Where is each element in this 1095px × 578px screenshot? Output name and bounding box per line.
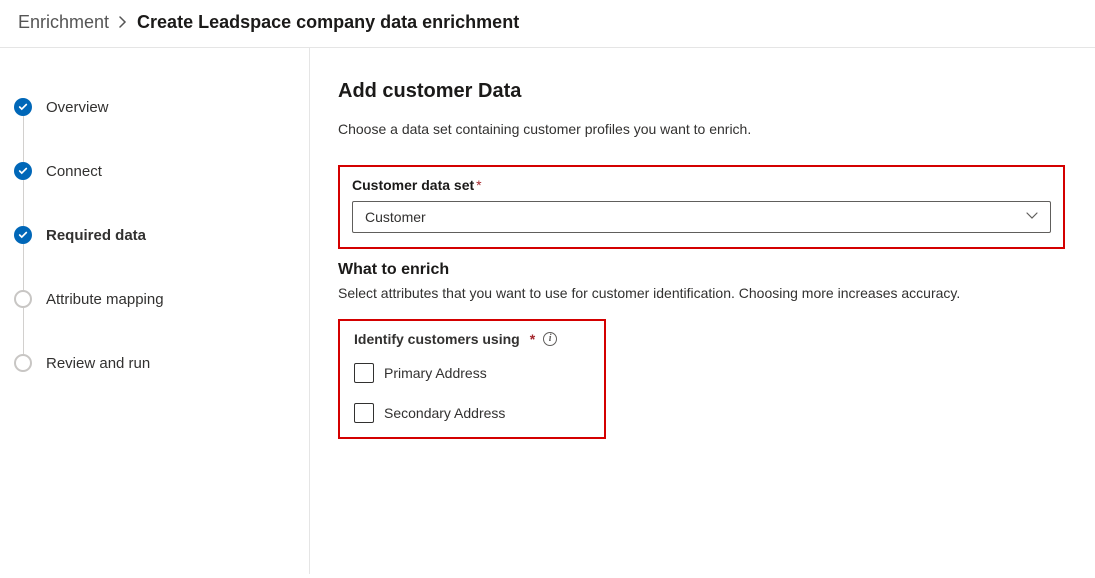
step-review-and-run[interactable]: Review and run xyxy=(14,354,291,372)
customer-data-set-section: Customer data set* Customer xyxy=(338,165,1065,249)
info-icon[interactable]: i xyxy=(543,332,557,346)
checkbox-secondary-address[interactable] xyxy=(354,403,374,423)
what-to-enrich-title: What to enrich xyxy=(338,261,1065,279)
step-label: Required data xyxy=(46,227,146,244)
page-title: Add customer Data xyxy=(338,80,1065,103)
step-required-data[interactable]: Required data xyxy=(14,226,291,244)
breadcrumb: Enrichment Create Leadspace company data… xyxy=(0,0,1095,48)
checkmark-icon xyxy=(14,98,32,116)
future-step-icon xyxy=(14,290,32,308)
checkbox-secondary-address-row: Secondary Address xyxy=(354,403,590,423)
chevron-down-icon xyxy=(1026,209,1038,225)
breadcrumb-parent[interactable]: Enrichment xyxy=(18,12,109,33)
checkbox-primary-address[interactable] xyxy=(354,363,374,383)
step-overview[interactable]: Overview xyxy=(14,98,291,116)
step-label: Connect xyxy=(46,163,102,180)
step-label: Review and run xyxy=(46,355,150,372)
required-indicator: * xyxy=(476,177,481,193)
breadcrumb-current: Create Leadspace company data enrichment xyxy=(137,12,519,33)
step-attribute-mapping[interactable]: Attribute mapping xyxy=(14,290,291,308)
customer-data-set-select[interactable]: Customer xyxy=(352,201,1051,233)
checkmark-icon xyxy=(14,226,32,244)
customer-data-set-label: Customer data set xyxy=(352,177,474,193)
step-label: Overview xyxy=(46,99,109,116)
what-to-enrich-description: Select attributes that you want to use f… xyxy=(338,285,1065,301)
step-label: Attribute mapping xyxy=(46,291,164,308)
main-content: Add customer Data Choose a data set cont… xyxy=(310,48,1095,574)
identify-customers-label: Identify customers using xyxy=(354,331,520,347)
identify-customers-section: Identify customers using * i Primary Add… xyxy=(338,319,606,439)
checkbox-label: Primary Address xyxy=(384,365,487,381)
wizard-steps-sidebar: Overview Connect Required data Attribute xyxy=(0,48,310,574)
required-indicator: * xyxy=(530,331,535,347)
checkbox-label: Secondary Address xyxy=(384,405,505,421)
checkbox-primary-address-row: Primary Address xyxy=(354,363,590,383)
checkmark-icon xyxy=(14,162,32,180)
page-description: Choose a data set containing customer pr… xyxy=(338,121,1065,137)
select-value: Customer xyxy=(365,209,426,225)
step-connect[interactable]: Connect xyxy=(14,162,291,180)
chevron-right-icon xyxy=(119,15,127,31)
future-step-icon xyxy=(14,354,32,372)
